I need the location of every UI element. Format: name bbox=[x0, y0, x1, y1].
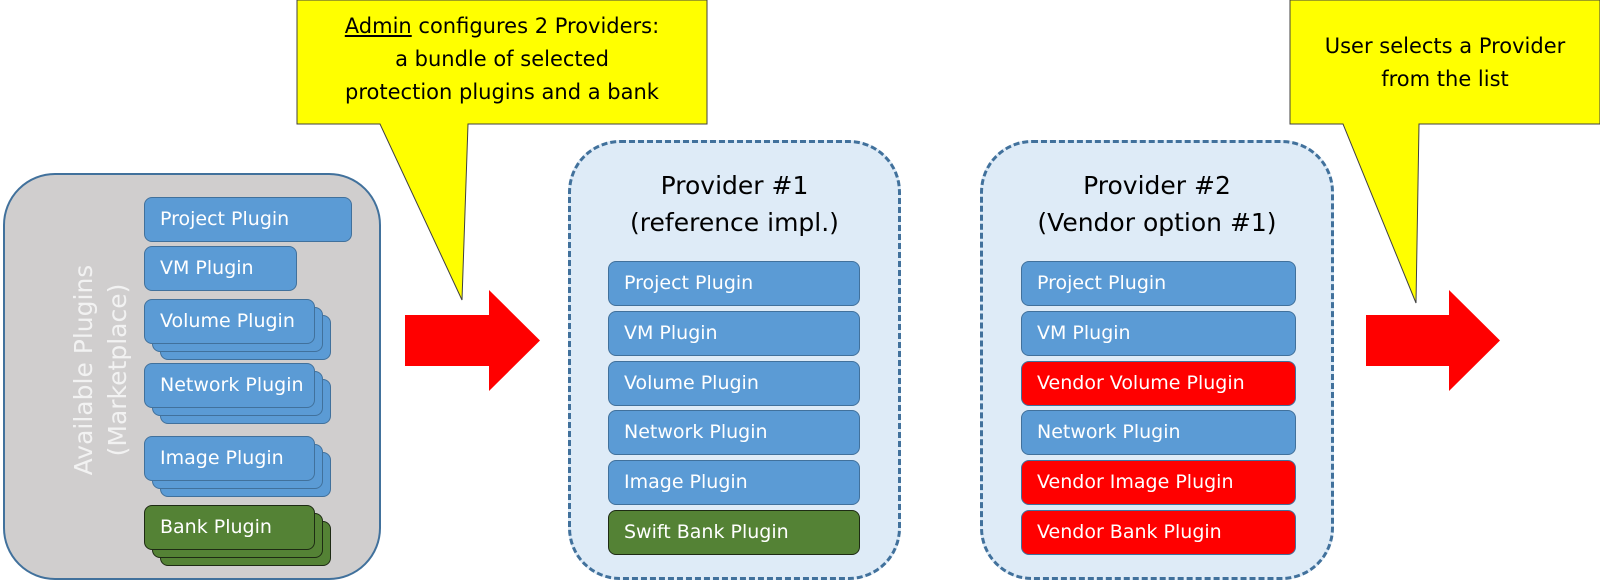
provider-2-plugin-vendor-volume[interactable]: Vendor Volume Plugin bbox=[1021, 361, 1296, 406]
provider-1-plugin-volume[interactable]: Volume Plugin bbox=[608, 361, 860, 406]
user-callout: User selects a Provider from the list bbox=[1290, 30, 1600, 96]
admin-callout: Admin configures 2 Providers: a bundle o… bbox=[297, 10, 707, 109]
user-callout-line2: from the list bbox=[1381, 67, 1509, 91]
provider-1-plugin-bank[interactable]: Swift Bank Plugin bbox=[608, 510, 860, 555]
marketplace-title-line2: (Marketplace) bbox=[103, 283, 132, 457]
admin-emphasis: Admin bbox=[344, 14, 412, 38]
user-callout-line1: User selects a Provider bbox=[1324, 34, 1566, 58]
provider-2-plugin-vm[interactable]: VM Plugin bbox=[1021, 311, 1296, 356]
arrow-to-user-icon bbox=[1366, 290, 1500, 391]
provider-1-plugin-project[interactable]: Project Plugin bbox=[608, 261, 860, 306]
admin-callout-line2: a bundle of selected bbox=[395, 47, 609, 71]
provider-1-plugin-network[interactable]: Network Plugin bbox=[608, 410, 860, 455]
marketplace-plugin-volume[interactable]: Volume Plugin bbox=[144, 299, 315, 344]
marketplace-plugin-bank[interactable]: Bank Plugin bbox=[144, 505, 315, 550]
provider-1-plugin-image[interactable]: Image Plugin bbox=[608, 460, 860, 505]
provider-2-plugin-vendor-image[interactable]: Vendor Image Plugin bbox=[1021, 460, 1296, 505]
marketplace-plugin-image[interactable]: Image Plugin bbox=[144, 436, 315, 481]
marketplace-plugin-vm[interactable]: VM Plugin bbox=[144, 246, 297, 291]
provider-2-plugin-network[interactable]: Network Plugin bbox=[1021, 410, 1296, 455]
marketplace-plugin-network[interactable]: Network Plugin bbox=[144, 363, 315, 408]
provider-1-plugin-vm[interactable]: VM Plugin bbox=[608, 311, 860, 356]
marketplace-plugin-project[interactable]: Project Plugin bbox=[144, 197, 352, 242]
provider-1-subtitle: (reference impl.) bbox=[630, 208, 839, 237]
provider-2-subtitle: (Vendor option #1) bbox=[1037, 208, 1277, 237]
provider-2-plugin-vendor-bank[interactable]: Vendor Bank Plugin bbox=[1021, 510, 1296, 555]
provider-1-title: Provider #1 bbox=[660, 171, 809, 200]
marketplace-title-line1: Available Plugins bbox=[69, 264, 98, 476]
provider-2-title: Provider #2 bbox=[1083, 171, 1231, 200]
admin-callout-line1-rest: configures 2 Providers: bbox=[411, 14, 660, 38]
admin-callout-line3: protection plugins and a bank bbox=[345, 80, 659, 104]
provider-2-plugin-project[interactable]: Project Plugin bbox=[1021, 261, 1296, 306]
admin-callout-line1: Admin configures 2 Providers: bbox=[297, 10, 707, 43]
arrow-to-providers-icon bbox=[405, 290, 540, 391]
